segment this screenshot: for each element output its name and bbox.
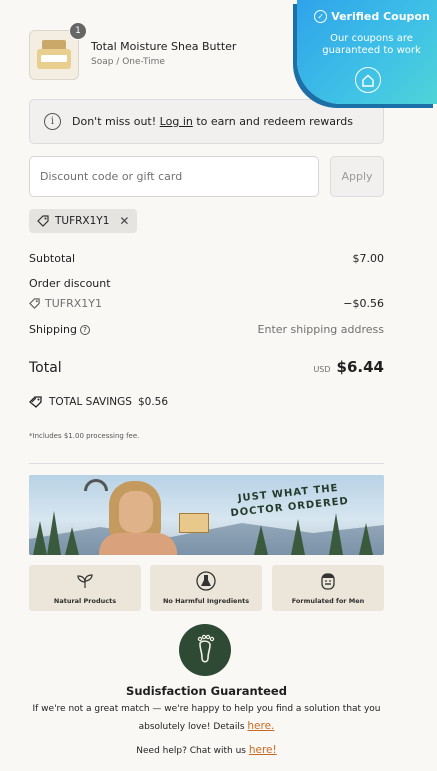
login-link[interactable]: Log in: [160, 115, 193, 128]
fee-note: *Includes $1.00 processing fee.: [29, 432, 140, 440]
flask-icon: [196, 571, 216, 591]
applied-code: TUFRX1Y1: [55, 215, 110, 227]
promo-banner: JUST WHAT THE DOCTOR ORDERED: [29, 475, 384, 555]
subtotal-value: $7.00: [352, 252, 385, 265]
savings-label: TOTAL SAVINGS: [49, 396, 132, 408]
chat-link[interactable]: here!: [249, 744, 277, 756]
subtotal-row: Subtotal $7.00: [29, 252, 384, 265]
guarantee-details-link[interactable]: here.: [247, 720, 274, 732]
discount-value: −$0.56: [343, 297, 384, 310]
guarantee-text: If we're not a great match — we're happy…: [32, 704, 381, 732]
product-name: Total Moisture Shea Butter: [91, 40, 237, 53]
feature-label: Natural Products: [53, 597, 117, 605]
banner-headline: JUST WHAT THE DOCTOR ORDERED: [193, 477, 384, 525]
coupon-title: Verified Coupon: [331, 10, 430, 23]
leaf-icon: [75, 571, 95, 591]
shipping-value: Enter shipping address: [257, 323, 384, 336]
divider: [29, 463, 384, 464]
subtotal-label: Subtotal: [29, 252, 76, 265]
currency-code: USD: [313, 365, 331, 374]
guarantee-text-block: If we're not a great match — we're happy…: [29, 701, 384, 736]
coupon-subtitle: Our coupons are guaranteed to work: [322, 33, 421, 56]
feature-label: Formulated for Men: [291, 597, 365, 605]
login-notice: i Don't miss out! Log in to earn and red…: [29, 99, 384, 144]
tag-icon: [37, 215, 49, 227]
notice-prefix: Don't miss out!: [72, 115, 157, 128]
shipping-row: Shipping? Enter shipping address: [29, 323, 384, 336]
feature-formulated-for-men: Formulated for Men: [272, 565, 384, 611]
discount-field-wrapper: [29, 156, 319, 197]
bigfoot-footprint-icon: [179, 624, 231, 676]
product-variant: Soap / One-Time: [91, 57, 165, 67]
shipping-label: Shipping: [29, 323, 77, 336]
model-image: [99, 481, 177, 555]
coupon-title-row: ✓ Verified Coupon: [307, 10, 437, 23]
verified-coupon-widget[interactable]: ✓ Verified Coupon Our coupons are guaran…: [297, 0, 437, 104]
savings-tag-icon: [29, 396, 42, 408]
info-icon: i: [44, 113, 61, 130]
discount-code-label: TUFRX1Y1: [45, 297, 102, 310]
feature-label: No Harmful Ingredients: [162, 597, 250, 605]
home-icon[interactable]: [355, 67, 381, 93]
discount-code-input[interactable]: [30, 157, 318, 196]
order-discount-label: Order discount: [29, 277, 111, 290]
tag-icon: [29, 298, 40, 309]
feature-natural-products: Natural Products: [29, 565, 141, 611]
question-icon[interactable]: ?: [80, 325, 90, 335]
notice-suffix: to earn and redeem rewards: [196, 115, 353, 128]
applied-discount-tag: TUFRX1Y1 ✕: [29, 209, 138, 233]
apply-button[interactable]: Apply: [330, 156, 384, 197]
remove-discount-icon[interactable]: ✕: [119, 214, 129, 228]
total-label: Total: [29, 360, 62, 376]
total-row: Total USD $6.44: [29, 358, 384, 376]
total-value: $6.44: [336, 358, 384, 376]
total-savings: TOTAL SAVINGS $0.56: [29, 396, 168, 408]
quantity-badge: 1: [69, 22, 87, 40]
guarantee-title: Sudisfaction Guaranteed: [126, 684, 287, 698]
help-text: Need help? Chat with us: [136, 746, 246, 756]
discount-code-row: TUFRX1Y1 −$0.56: [29, 297, 384, 310]
checkmark-icon: ✓: [314, 10, 328, 23]
order-discount-row: Order discount: [29, 277, 384, 290]
savings-value: $0.56: [137, 396, 169, 408]
man-face-icon: [318, 571, 338, 591]
feature-no-harmful-ingredients: No Harmful Ingredients: [150, 565, 262, 611]
help-line: Need help? Chat with us here!: [29, 744, 384, 756]
